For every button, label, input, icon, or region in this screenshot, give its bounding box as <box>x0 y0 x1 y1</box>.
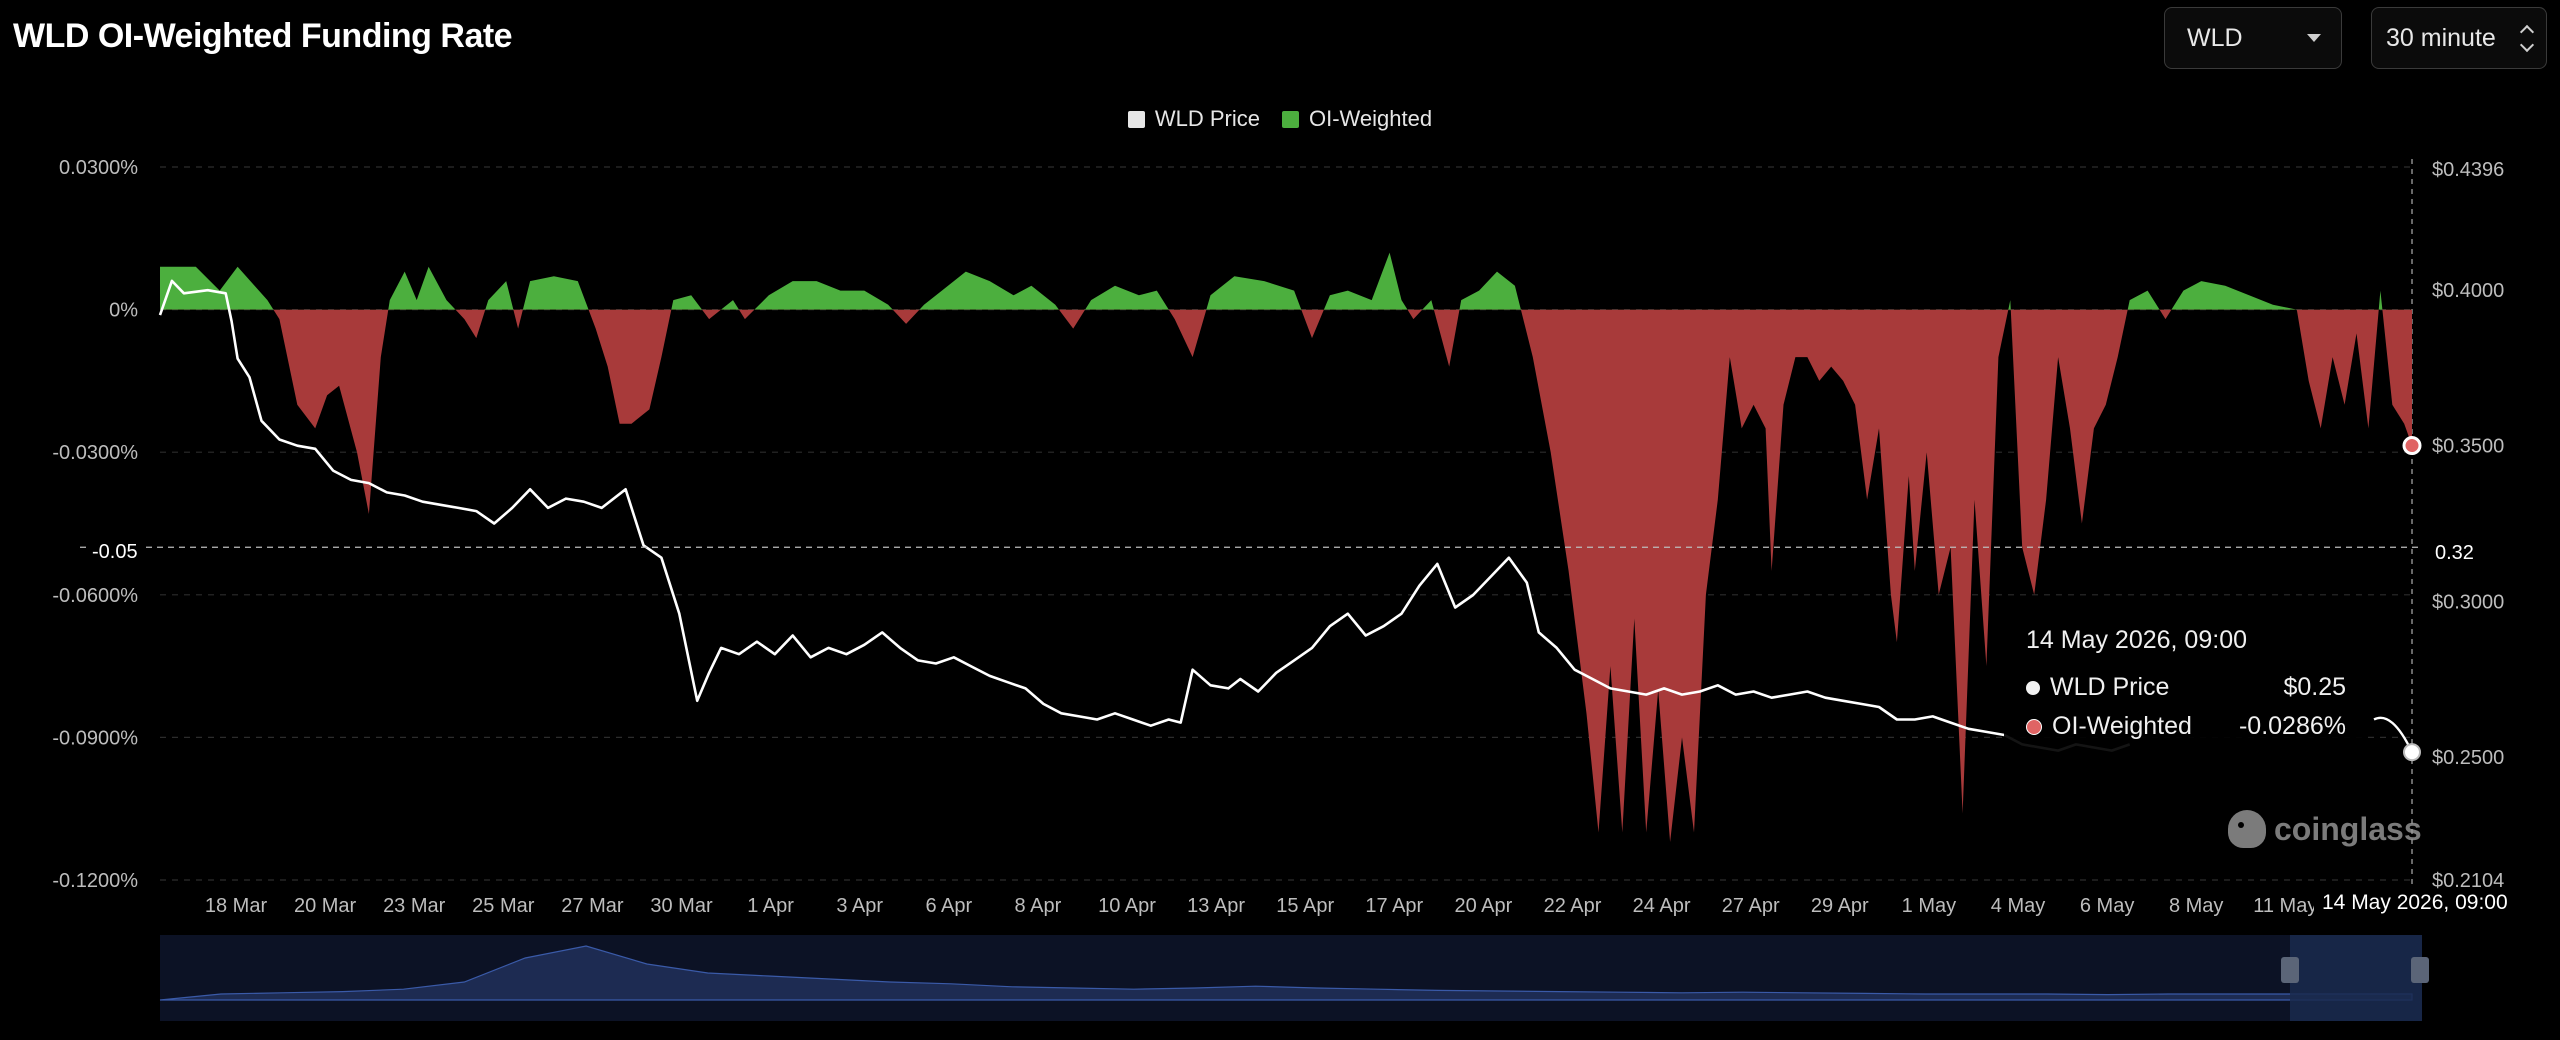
range-navigator <box>159 935 2429 1021</box>
x-tick-label: 20 Mar <box>294 895 357 917</box>
x-tick-label: 10 Apr <box>1098 895 1156 917</box>
price-marker-dot <box>2403 743 2421 762</box>
x-tick-label: 29 Apr <box>1811 895 1869 917</box>
navigator-selection <box>2290 935 2422 1021</box>
tooltip-value-price: $0.25 <box>2283 673 2346 701</box>
crosshair-left-label: -0.05 <box>86 539 144 566</box>
tooltip-dot-price <box>2026 680 2040 695</box>
x-tick-label: 6 Apr <box>925 895 972 917</box>
tooltip-row-oi: OI-Weighted -0.0286% <box>2026 712 2346 741</box>
right-tick-label: $0.4000 <box>2432 280 2504 302</box>
x-tick-label: 6 May <box>2080 895 2134 917</box>
left-tick-label: -0.0900% <box>52 727 138 749</box>
x-tick-label: 30 Mar <box>650 895 713 917</box>
chart-grid <box>160 159 2413 888</box>
right-tick-label: $0.3000 <box>2432 591 2504 613</box>
right-tick-label: $0.4396 <box>2432 159 2504 181</box>
right-tick-label: $0.2500 <box>2432 747 2504 769</box>
tooltip-value-oi: -0.0286% <box>2238 712 2346 740</box>
x-axis-ticks: 18 Mar 20 Mar 23 Mar 25 Mar 27 Mar 30 Mar 1 Ap… <box>205 895 2317 917</box>
navigator-handle-left <box>2281 957 2299 983</box>
x-tick-label: 18 Mar <box>205 895 268 917</box>
x-tick-label: 20 Apr <box>1454 895 1512 917</box>
navigator-handle-right <box>2411 957 2429 983</box>
crosshair-date-label: 14 May 2026, 09:00 <box>2314 889 2516 917</box>
x-tick-label: 1 May <box>1902 895 1956 917</box>
funding-rate-chart[interactable]: 0.0300% 0% -0.0300% -0.0600% -0.0900% -0.1200… <box>0 0 2560 1040</box>
x-tick-label: 13 Apr <box>1187 895 1245 917</box>
tooltip-dot-oi <box>2026 718 2042 735</box>
x-tick-label: 15 Apr <box>1276 895 1334 917</box>
x-tick-label: 22 Apr <box>1544 895 1602 917</box>
left-tick-label: -0.1200% <box>52 870 138 892</box>
left-axis-ticks: 0.0300% 0% -0.0300% -0.0600% -0.0900% -0.1200… <box>52 157 138 892</box>
x-tick-label: 11 May <box>2253 895 2317 917</box>
left-tick-label: 0.0300% <box>59 157 138 179</box>
tooltip-row-price: WLD Price $0.25 <box>2026 673 2346 702</box>
left-tick-label: -0.0600% <box>52 585 138 607</box>
coinglass-watermark: coinglass <box>2228 810 2422 848</box>
x-tick-label: 23 Mar <box>383 895 446 917</box>
x-tick-label: 8 Apr <box>1015 895 1062 917</box>
x-tick-label: 25 Mar <box>472 895 535 917</box>
tooltip-date: 14 May 2026, 09:00 <box>2026 626 2247 654</box>
oi-marker-dot <box>2402 436 2422 456</box>
x-tick-label: 27 Mar <box>561 895 624 917</box>
chart-tooltip: 14 May 2026, 09:00 WLD Price $0.25 OI-We… <box>2004 608 2368 778</box>
left-tick-label: -0.0300% <box>52 442 138 464</box>
right-axis-ticks: $0.4396$0.4000$0.3500$0.3000$0.2500$0.21… <box>2432 159 2504 892</box>
coinglass-logo-icon <box>2228 810 2266 848</box>
x-tick-label: 4 May <box>1991 895 2045 917</box>
x-tick-label: 8 May <box>2169 895 2223 917</box>
x-tick-label: 17 Apr <box>1365 895 1423 917</box>
crosshair-right-label: 0.32 <box>2425 540 2484 567</box>
watermark-text: coinglass <box>2274 810 2422 847</box>
right-tick-label: $0.3500 <box>2432 436 2504 458</box>
x-tick-label: 1 Apr <box>747 895 794 917</box>
tooltip-label-oi: OI-Weighted <box>2052 712 2192 740</box>
x-tick-label: 3 Apr <box>836 895 883 917</box>
left-tick-label: 0% <box>109 300 138 322</box>
x-tick-label: 24 Apr <box>1633 895 1691 917</box>
x-tick-label: 27 Apr <box>1722 895 1780 917</box>
tooltip-label-price: WLD Price <box>2050 673 2170 701</box>
